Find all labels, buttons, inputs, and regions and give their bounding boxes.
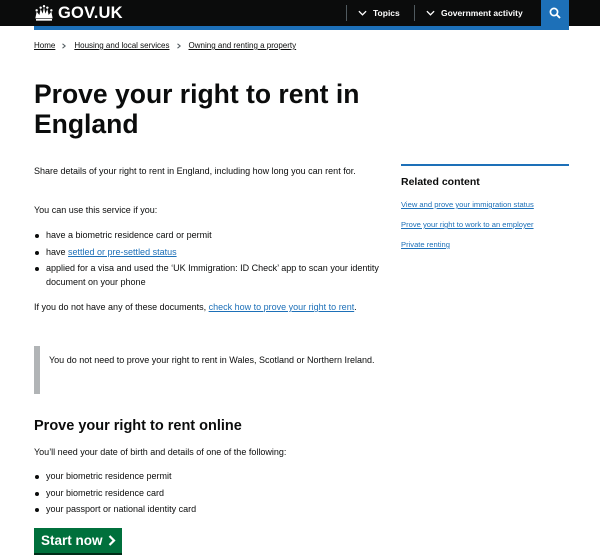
- related-content: Related content View and prove your immi…: [401, 164, 569, 249]
- breadcrumb-home[interactable]: Home: [34, 40, 55, 52]
- intro-paragraph: Share details of your right to rent in E…: [34, 166, 356, 176]
- chevron-right-icon: [176, 43, 181, 49]
- topics-label: Topics: [373, 8, 400, 18]
- arrow-right-icon: [108, 535, 116, 546]
- government-activity-menu-button[interactable]: Government activity: [426, 0, 523, 26]
- eligibility-list: have a biometric residence card or permi…: [34, 229, 384, 289]
- list-item: your biometric residence card: [34, 487, 384, 501]
- document-list: your biometric residence permit your bio…: [34, 470, 384, 517]
- inset-text: You do not need to prove your right to r…: [34, 346, 384, 394]
- check-how-to-prove-link[interactable]: check how to prove your right to rent: [209, 302, 355, 312]
- chevron-right-icon: [62, 43, 67, 49]
- header-blue-bar: [34, 26, 569, 30]
- list-item: have a biometric residence card or permi…: [34, 229, 384, 243]
- search-icon: [549, 7, 561, 19]
- list-item: your biometric residence permit: [34, 470, 384, 484]
- list-item: your passport or national identity card: [34, 503, 384, 517]
- crown-icon: [35, 5, 53, 21]
- online-section-heading: Prove your right to rent online: [34, 418, 242, 434]
- chevron-down-icon: [358, 10, 367, 16]
- related-link-immigration-status[interactable]: View and prove your immigration status: [401, 199, 534, 210]
- related-content-title: Related content: [401, 176, 480, 188]
- logo-wordmark: GOV.UK: [58, 4, 123, 22]
- start-now-label: Start now: [41, 533, 103, 548]
- site-header: GOV.UK Topics Government activity: [0, 0, 600, 26]
- related-link-right-to-work[interactable]: Prove your right to work to an employer: [401, 219, 534, 230]
- search-button[interactable]: [541, 0, 569, 26]
- no-documents-paragraph: If you do not have any of these document…: [34, 302, 357, 312]
- start-now-button[interactable]: Start now: [34, 528, 122, 553]
- list-item: have settled or pre-settled status: [34, 246, 384, 260]
- topics-menu-button[interactable]: Topics: [358, 0, 400, 26]
- chevron-down-icon: [426, 10, 435, 16]
- settled-status-link[interactable]: settled or pre-settled status: [68, 247, 177, 257]
- breadcrumb: Home Housing and local services Owning a…: [34, 40, 296, 52]
- related-link-private-renting[interactable]: Private renting: [401, 239, 450, 250]
- nav-divider: [346, 5, 347, 21]
- govuk-logo-link[interactable]: GOV.UK: [34, 3, 123, 23]
- use-service-heading: You can use this service if you:: [34, 205, 158, 215]
- online-intro: You’ll need your date of birth and detai…: [34, 447, 287, 457]
- page-title: Prove your right to rent in England: [34, 79, 360, 139]
- inset-text-content: You do not need to prove your right to r…: [49, 355, 375, 365]
- nav-divider: [414, 5, 415, 21]
- breadcrumb-owning-and-renting[interactable]: Owning and renting a property: [189, 40, 297, 52]
- list-item: applied for a visa and used the ‘UK Immi…: [34, 262, 384, 289]
- breadcrumb-housing-and-local-services[interactable]: Housing and local services: [74, 40, 169, 52]
- government-activity-label: Government activity: [441, 8, 523, 18]
